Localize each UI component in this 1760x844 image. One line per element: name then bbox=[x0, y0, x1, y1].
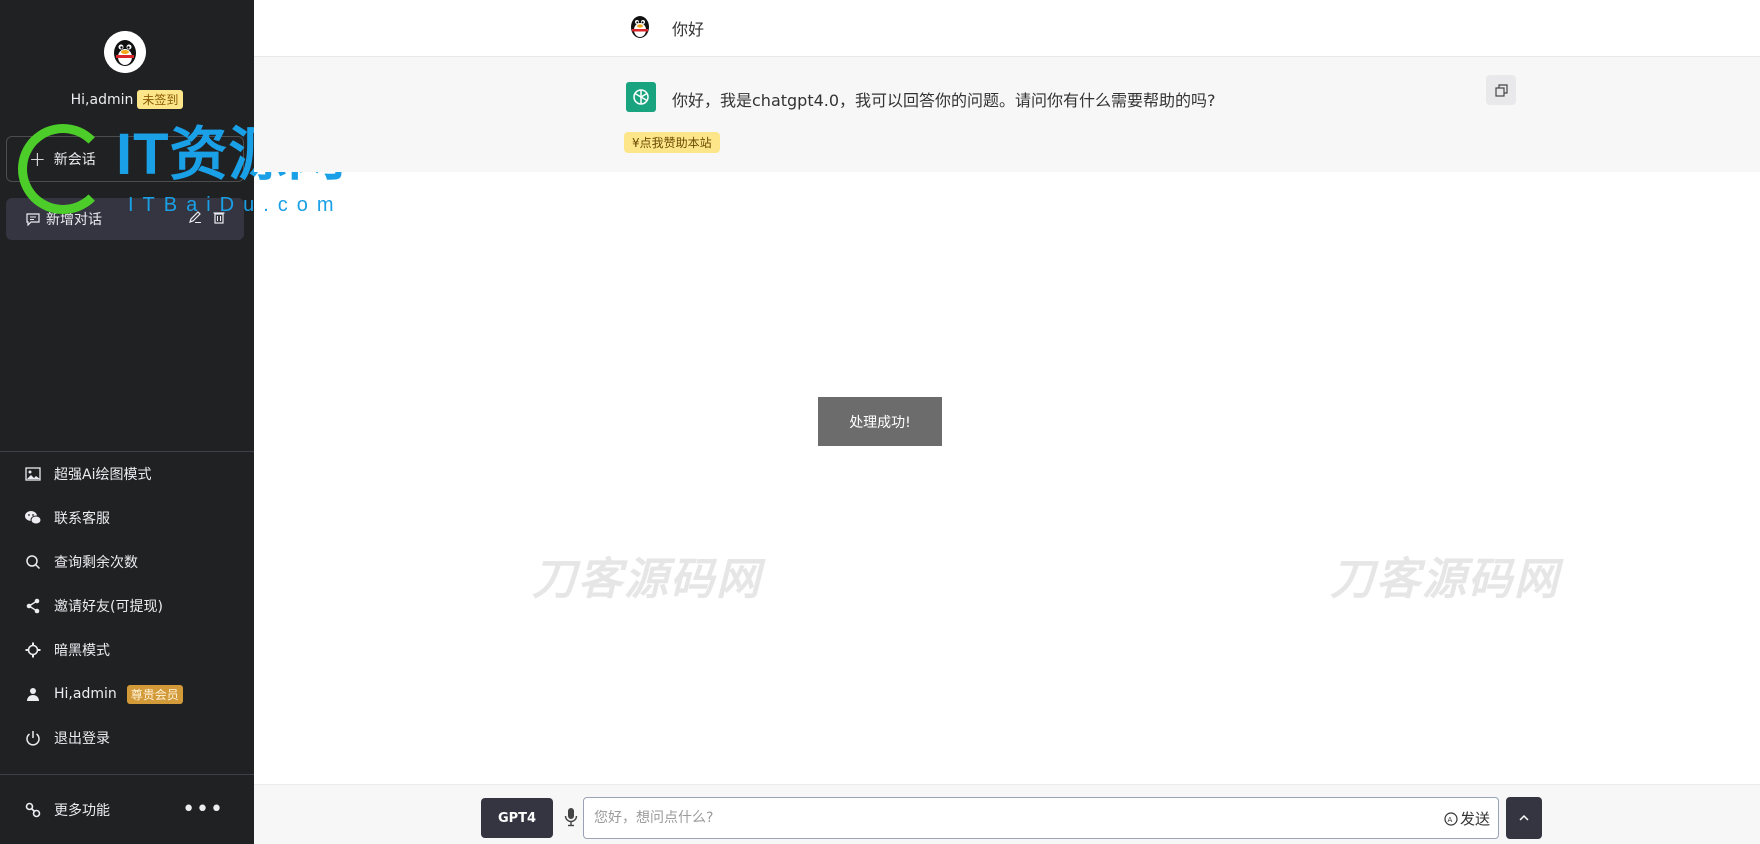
copy-button[interactable] bbox=[1486, 75, 1516, 105]
copy-icon bbox=[1494, 83, 1508, 97]
menu-item-label: 超强Ai绘图模式 bbox=[54, 467, 152, 483]
menu-item-label: 退出登录 bbox=[54, 731, 110, 747]
menu-item-label: 查询剩余次数 bbox=[54, 555, 138, 571]
menu-item-ai-drawing[interactable]: 超强Ai绘图模式 bbox=[0, 452, 254, 496]
microphone-icon[interactable] bbox=[562, 805, 580, 829]
sidebar: Hi,admin 未签到 + 新会话 新增对话 超强Ai绘图模式 联系客服 查询… bbox=[0, 0, 254, 844]
sidebar-menu: 超强Ai绘图模式 联系客服 查询剩余次数 邀请好友(可提现) 暗黑模式 Hi,a… bbox=[0, 451, 254, 760]
avatar[interactable] bbox=[104, 31, 146, 73]
greeting-text: Hi,admin bbox=[70, 92, 134, 108]
sponsor-link[interactable]: ¥点我赞助本站 bbox=[624, 132, 720, 153]
send-button[interactable]: A 发送 bbox=[1444, 808, 1490, 829]
menu-item-contact-support[interactable]: 联系客服 bbox=[0, 496, 254, 540]
more-features-label: 更多功能 bbox=[54, 802, 110, 819]
chevron-up-icon bbox=[1519, 814, 1529, 821]
menu-item-logout[interactable]: 退出登录 bbox=[0, 716, 254, 760]
penguin-avatar-icon bbox=[631, 16, 649, 38]
search-icon bbox=[24, 553, 42, 571]
openai-logo-icon bbox=[626, 82, 656, 112]
checkin-badge[interactable]: 未签到 bbox=[137, 90, 184, 109]
link-icon bbox=[24, 801, 42, 819]
menu-item-label: 邀请好友(可提现) bbox=[54, 599, 163, 615]
menu-item-label: 暗黑模式 bbox=[54, 643, 110, 659]
trash-icon[interactable] bbox=[212, 210, 226, 228]
new-chat-label: 新会话 bbox=[53, 152, 96, 168]
menu-item-invite-friends[interactable]: 邀请好友(可提现) bbox=[0, 584, 254, 628]
gear-icon bbox=[24, 641, 42, 659]
watermark-text: 刀客源码网 bbox=[1330, 554, 1560, 605]
user-message-row: 你好 bbox=[254, 0, 1760, 56]
chat-main: 你好 你好，我是chatgpt4.0，我可以回答你的问题。请问你有什么需要帮助的… bbox=[254, 0, 1760, 844]
conversation-title: 新增对话 bbox=[46, 212, 102, 228]
send-label: 发送 bbox=[1459, 810, 1490, 828]
edit-icon[interactable] bbox=[188, 210, 202, 228]
watermark-text: 刀客源码网 bbox=[532, 554, 762, 605]
composer-bar: GPT4 A 发送 bbox=[254, 784, 1760, 844]
user-icon bbox=[24, 685, 42, 703]
menu-item-dark-mode[interactable]: 暗黑模式 bbox=[0, 628, 254, 672]
image-icon bbox=[24, 465, 42, 483]
conversation-item[interactable]: 新增对话 bbox=[6, 198, 244, 240]
more-dots-icon[interactable]: ••• bbox=[182, 797, 224, 822]
vip-badge: 尊贵会员 bbox=[126, 684, 183, 704]
power-icon bbox=[24, 729, 42, 747]
message-input[interactable] bbox=[584, 798, 1498, 838]
penguin-avatar-icon bbox=[104, 31, 146, 73]
message-input-wrapper: A 发送 bbox=[583, 797, 1499, 839]
plus-icon: + bbox=[29, 147, 46, 171]
scroll-up-button[interactable] bbox=[1506, 797, 1542, 839]
menu-item-label: Hi,admin bbox=[54, 686, 117, 702]
bot-message-row: 你好，我是chatgpt4.0，我可以回答你的问题。请问你有什么需要帮助的吗? … bbox=[254, 56, 1760, 172]
menu-item-label: 联系客服 bbox=[54, 511, 110, 527]
share-icon bbox=[24, 597, 42, 615]
menu-item-user-profile[interactable]: Hi,admin 尊贵会员 bbox=[0, 672, 254, 716]
user-message: 你好 bbox=[672, 20, 705, 39]
svg-text:A: A bbox=[1447, 816, 1452, 824]
wechat-icon bbox=[24, 509, 42, 527]
bot-message: 你好，我是chatgpt4.0，我可以回答你的问题。请问你有什么需要帮助的吗? bbox=[672, 91, 1216, 110]
greeting: Hi,admin 未签到 bbox=[0, 90, 254, 109]
more-features-button[interactable]: 更多功能 ••• bbox=[0, 774, 254, 844]
ai-send-icon: A bbox=[1444, 811, 1458, 826]
toast-message: 处理成功! bbox=[818, 397, 942, 446]
chat-bubble-icon bbox=[26, 212, 40, 226]
new-chat-button[interactable]: + 新会话 bbox=[6, 136, 244, 182]
menu-item-query-remaining[interactable]: 查询剩余次数 bbox=[0, 540, 254, 584]
model-select-button[interactable]: GPT4 bbox=[481, 798, 553, 838]
